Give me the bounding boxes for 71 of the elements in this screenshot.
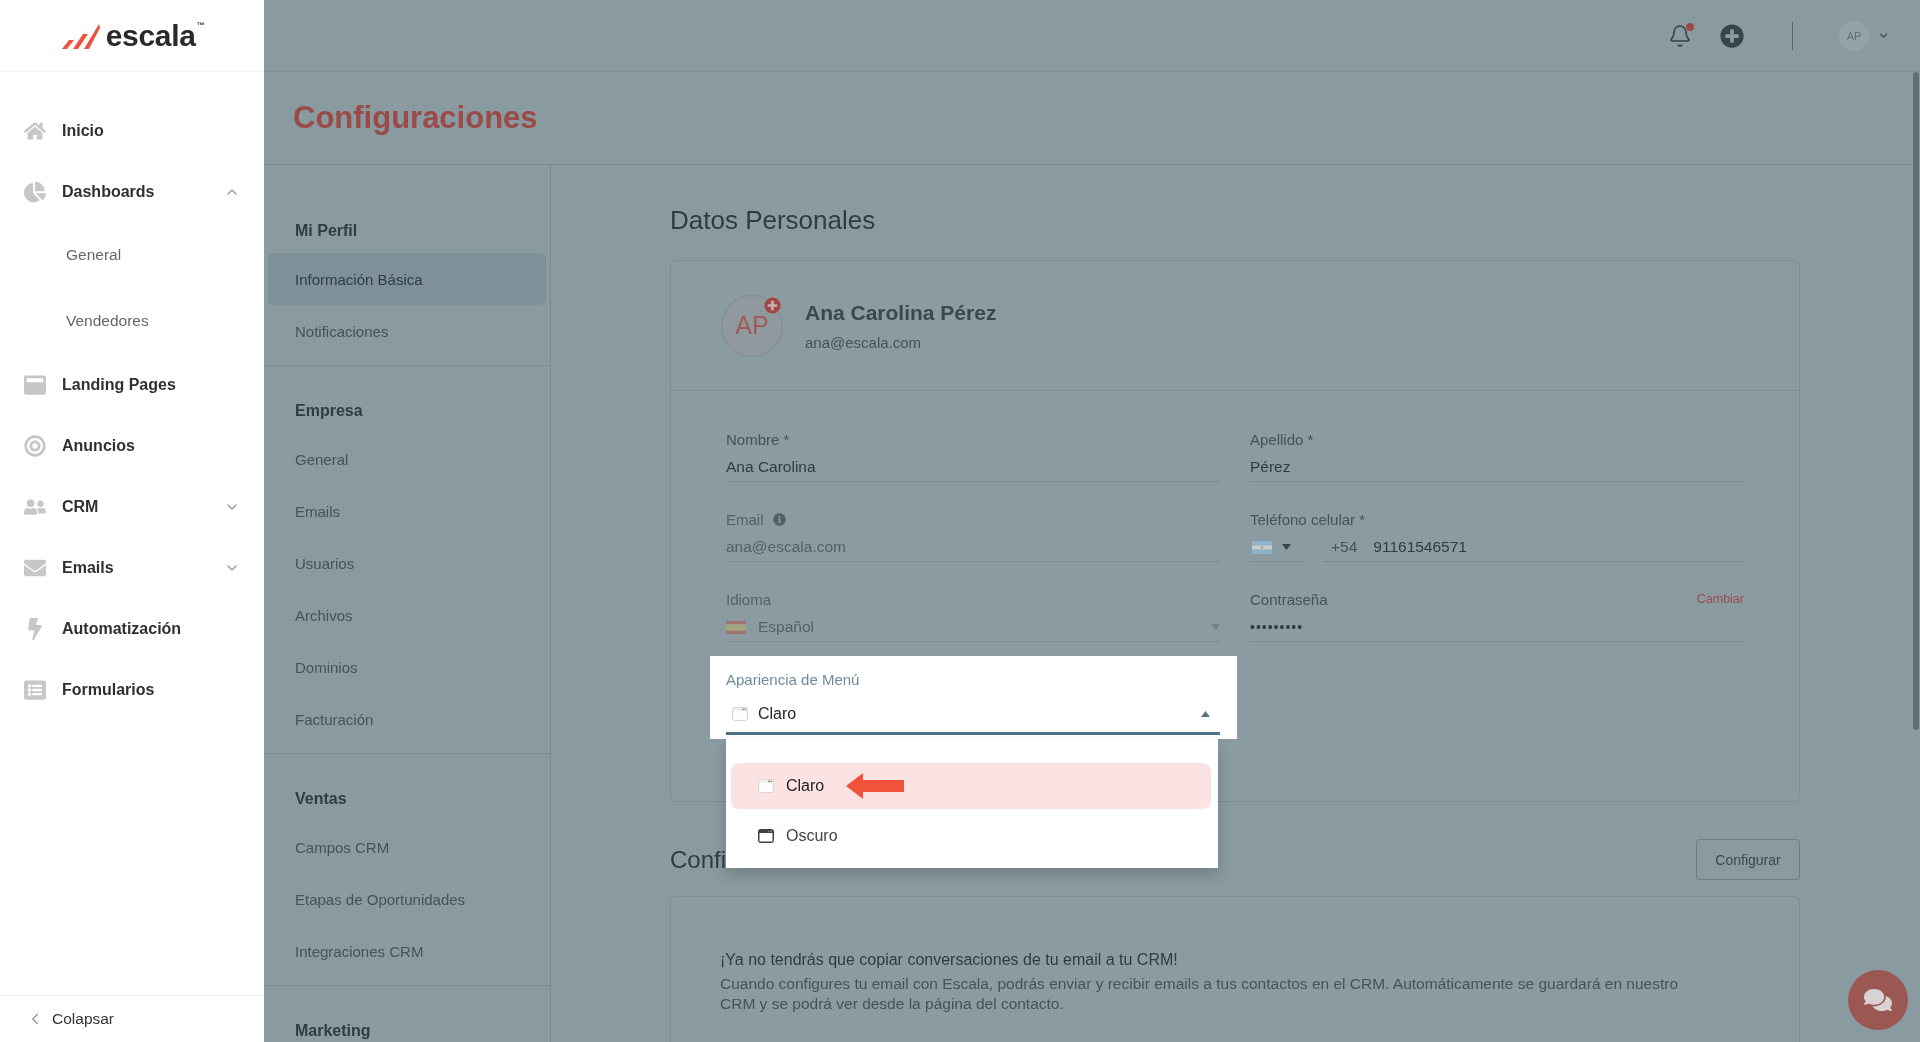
section-title: Marketing [294,1021,372,1041]
page-title: Configuraciones [293,100,538,136]
field-label: Teléfono celular * [1250,510,1366,528]
window-icon [732,707,748,721]
profile-email: ana@escala.com [805,333,923,351]
dropdown-option[interactable]: Oscuro [731,813,1211,859]
field-label: Apariencia de Menú [726,670,860,688]
settings-nav-item[interactable]: Campos CRM [268,821,546,873]
list-icon [24,678,46,701]
section-title: Empresa [294,401,364,421]
logo-icon [59,22,100,49]
caret-up-icon [1201,711,1210,717]
scrollbar-thumb[interactable] [1913,72,1919,730]
sidebar-item[interactable]: Dashboards [0,161,264,222]
profile-name: Ana Carolina Pérez [805,300,997,325]
phone-number: 91161546571 [1373,538,1467,556]
sidebar-item[interactable]: Emails [0,537,264,598]
pie-chart-icon [24,180,46,203]
menu-appearance-select[interactable]: Claro [726,696,1220,735]
field-label: Apellido * [1250,430,1314,448]
settings-nav-item[interactable]: Etapas de Oportunidades [268,873,546,925]
field-label: Email [726,510,764,528]
settings-nav-item[interactable]: Usuarios [268,537,546,589]
caret-down-icon [1282,544,1291,550]
configure-button[interactable]: Configurar [1696,839,1800,880]
bell-icon[interactable] [1668,23,1692,48]
section-title: Ventas [294,789,348,809]
sidebar-item[interactable]: Formularios [0,659,264,720]
field-label: Contraseña [1250,590,1328,608]
password-field[interactable]: ••••••••• [1250,613,1744,642]
text-field[interactable]: Pérez [1250,453,1744,482]
field-label: Idioma [726,590,772,608]
sidebar-item[interactable]: Automatización [0,598,264,659]
settings-nav-item[interactable]: Integraciones CRM [268,925,546,977]
settings-nav-item[interactable]: Archivos [268,589,546,641]
settings-nav-item[interactable]: Facturación [268,693,546,745]
dropdown-option[interactable]: Claro [731,763,1211,809]
settings-nav-item[interactable]: Notificaciones [268,305,546,357]
sidebar-subitem[interactable]: Vendedores [0,288,264,354]
section-title: Mi Perfil [294,221,359,241]
sidebar-item[interactable]: Landing Pages [0,354,264,415]
target-icon [24,434,46,457]
window-icon [758,829,774,843]
chat-button[interactable] [1848,970,1908,1030]
add-photo-icon[interactable] [764,296,781,314]
text-field[interactable]: Ana Carolina [726,453,1220,482]
sidebar-item[interactable]: CRM [0,476,264,537]
window-icon [758,779,774,793]
sidebar-subitem[interactable]: General [0,222,264,288]
section-heading: Confi [670,845,727,874]
home-icon [24,119,46,142]
caret-down-icon [1211,624,1220,630]
settings-nav-item[interactable]: Dominios [268,641,546,693]
settings-nav-item[interactable]: Información Básica [268,253,546,305]
flag-icon [1252,540,1272,554]
settings-nav-item[interactable]: Emails [268,485,546,537]
chat-icon [1864,986,1892,1014]
change-password-link[interactable]: Cambiar [1696,592,1744,606]
flag-icon [726,620,746,634]
browser-window-icon [24,373,46,396]
sidebar-item[interactable]: Inicio [0,100,264,161]
info-headline: ¡Ya no tendrás que copiar conversaciones de tu email a tu CRM! [720,950,1179,970]
settings-nav-item[interactable]: General [268,433,546,485]
field-label: Nombre * [726,430,790,448]
add-icon[interactable] [1720,23,1744,48]
phone-prefix: +54 [1331,538,1358,556]
section-heading: Datos Personales [670,204,877,237]
info-text: Cuando configures tu email con Escala, podrás enviar y recibir emails a tus contactos en el CRM. Automáticamente se guardará en nuestro CRM y se podrá ver desde la página del contacto. [720,974,1680,1014]
sidebar-item[interactable]: Anuncios [0,415,264,476]
phone-field[interactable]: +54 91161546571 [1323,533,1744,562]
logo-text: escala$^{™}$ [105,18,205,53]
